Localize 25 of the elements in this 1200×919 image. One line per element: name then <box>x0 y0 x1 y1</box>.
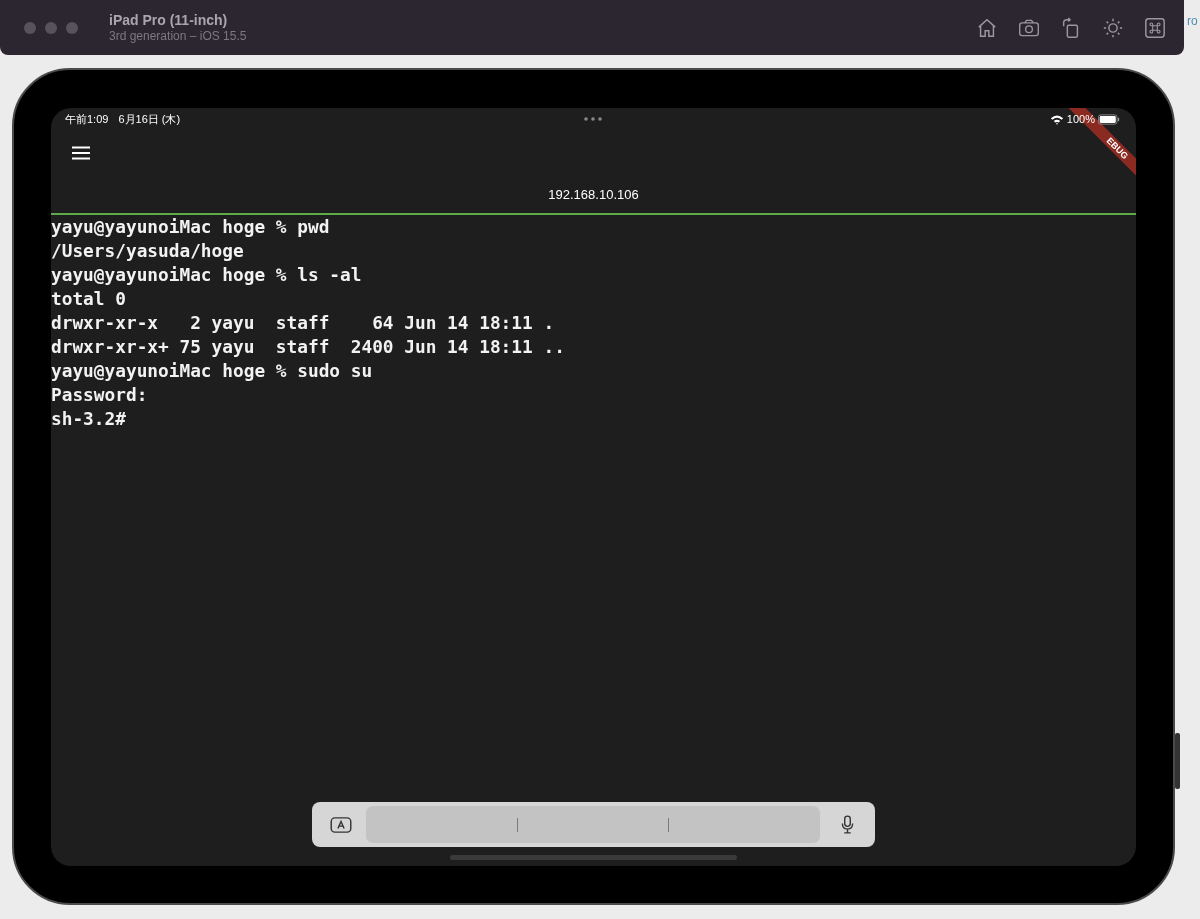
terminal-line: Password: <box>51 383 149 407</box>
battery-icon <box>1098 113 1120 125</box>
device-detail: 3rd generation – iOS 15.5 <box>109 29 247 44</box>
device-name: iPad Pro (11-inch) <box>109 11 229 29</box>
terminal-line: yayu@yayunoiMac hoge % pwd <box>51 215 331 239</box>
wifi-icon <box>1049 113 1064 125</box>
battery-percent: 100% <box>1066 113 1095 125</box>
terminal-line: yayu@yayunoiMac hoge % sudo su <box>51 359 374 383</box>
terminal-line: sh-3.2# <box>51 407 127 431</box>
terminal-line: drwxr-xr-x 2 yayu staff 64 Jun 14 18:11 . <box>51 311 556 335</box>
command-key-icon[interactable] <box>1144 16 1166 39</box>
home-icon[interactable] <box>976 16 998 39</box>
background-window-text: ro <box>1187 14 1198 28</box>
terminal-line: drwxr-xr-x+ 75 yayu staff 2400 Jun 14 18:11 .. <box>51 335 566 359</box>
more-dots-icon[interactable] <box>583 117 603 121</box>
status-date: 6月16日 (木) <box>118 111 181 127</box>
status-time: 午前1:09 <box>65 111 109 127</box>
terminal-line: yayu@yayunoiMac hoge % ls -al <box>51 263 363 287</box>
brightness-icon[interactable] <box>1102 16 1124 39</box>
host-title: 192.168.10.106 <box>547 185 640 204</box>
terminal-line: total 0 <box>51 287 127 311</box>
menu-icon[interactable] <box>72 145 90 160</box>
terminal-line: /Users/yasuda/hoge <box>51 239 245 263</box>
keyboard-letter-icon[interactable] <box>330 816 352 833</box>
microphone-icon[interactable] <box>841 815 854 834</box>
